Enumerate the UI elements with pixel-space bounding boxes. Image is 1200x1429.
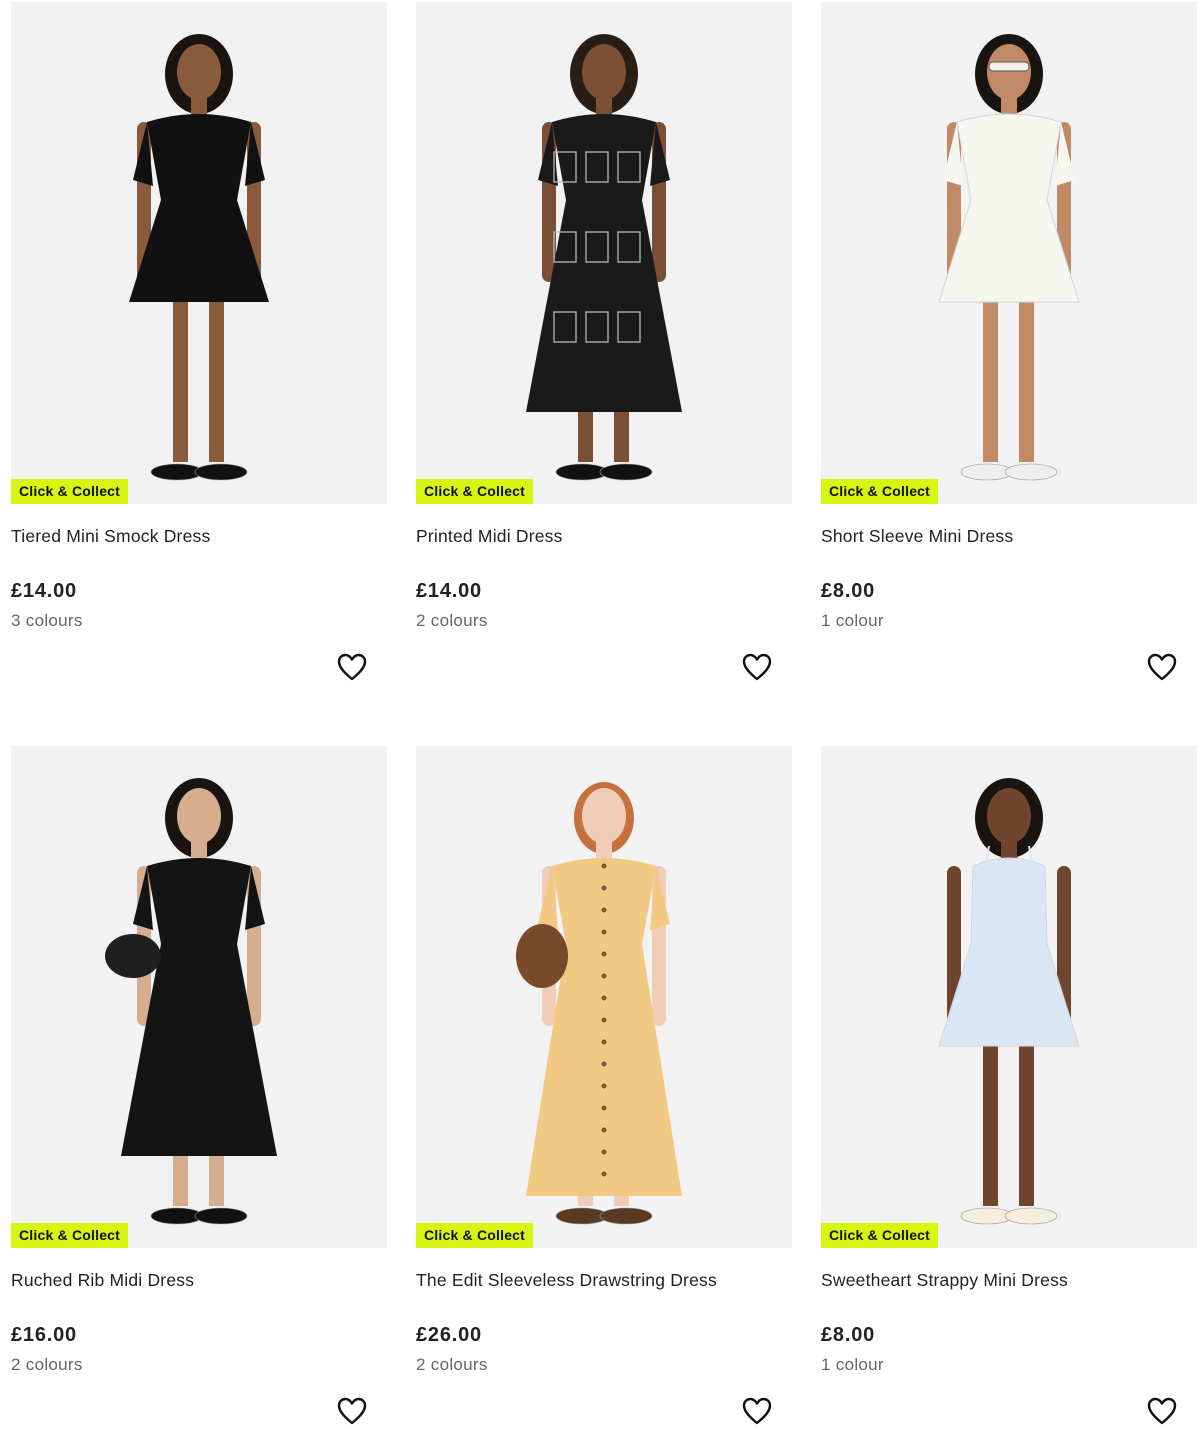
- colour-count: 2 colours: [416, 1355, 488, 1374]
- product-price: £16.00: [11, 1324, 77, 1346]
- product-title[interactable]: Sweetheart Strappy Mini Dress: [821, 1270, 1068, 1291]
- colour-count: 2 colours: [11, 1355, 83, 1374]
- product-title[interactable]: Tiered Mini Smock Dress: [11, 526, 210, 547]
- heart-outline-icon[interactable]: [337, 653, 367, 681]
- click-collect-badge: Click & Collect: [821, 479, 939, 504]
- product-title[interactable]: Ruched Rib Midi Dress: [11, 1270, 194, 1291]
- product-title[interactable]: Short Sleeve Mini Dress: [821, 526, 1013, 547]
- product-price: £14.00: [11, 580, 77, 602]
- product-image[interactable]: Click & Collect: [821, 746, 1197, 1248]
- product-card[interactable]: Click & Collect Printed Midi Dress £14.0…: [416, 2, 792, 702]
- product-image[interactable]: Click & Collect: [416, 2, 792, 504]
- click-collect-badge: Click & Collect: [11, 1223, 129, 1248]
- heart-outline-icon[interactable]: [1147, 653, 1177, 681]
- colour-count: 3 colours: [11, 611, 83, 630]
- colour-count: 1 colour: [821, 1355, 884, 1374]
- heart-outline-icon[interactable]: [337, 1397, 367, 1425]
- product-price: £8.00: [821, 580, 876, 602]
- model-photo: [129, 34, 269, 481]
- click-collect-badge: Click & Collect: [416, 1223, 534, 1248]
- product-title[interactable]: Printed Midi Dress: [416, 526, 563, 547]
- heart-outline-icon[interactable]: [742, 1397, 772, 1425]
- product-price: £26.00: [416, 1324, 482, 1346]
- model-photo: [105, 778, 277, 1225]
- product-price: £8.00: [821, 1324, 876, 1346]
- product-card[interactable]: Click & Collect The Edit Sleeveless Draw…: [416, 746, 792, 1429]
- heart-outline-icon[interactable]: [1147, 1397, 1177, 1425]
- product-card[interactable]: Click & Collect Short Sleeve Mini Dress …: [821, 2, 1197, 702]
- colour-count: 1 colour: [821, 611, 884, 630]
- product-image[interactable]: Click & Collect: [11, 746, 387, 1248]
- click-collect-badge: Click & Collect: [416, 479, 534, 504]
- click-collect-badge: Click & Collect: [821, 1223, 939, 1248]
- product-title[interactable]: The Edit Sleeveless Drawstring Dress: [416, 1270, 717, 1291]
- model-photo: [526, 34, 682, 481]
- product-grid: Click & Collect Tiered Mini Smock Dress …: [0, 0, 1200, 1429]
- product-price: £14.00: [416, 580, 482, 602]
- product-image[interactable]: Click & Collect: [11, 2, 387, 504]
- model-photo: [516, 782, 682, 1225]
- model-photo: [938, 778, 1080, 1225]
- product-card[interactable]: Click & Collect Sweetheart Strappy Mini …: [821, 746, 1197, 1429]
- product-image[interactable]: Click & Collect: [416, 746, 792, 1248]
- model-photo: [938, 34, 1080, 481]
- product-card[interactable]: Click & Collect Ruched Rib Midi Dress £1…: [11, 746, 387, 1429]
- colour-count: 2 colours: [416, 611, 488, 630]
- product-image[interactable]: Click & Collect: [821, 2, 1197, 504]
- product-card[interactable]: Click & Collect Tiered Mini Smock Dress …: [11, 2, 387, 702]
- click-collect-badge: Click & Collect: [11, 479, 129, 504]
- heart-outline-icon[interactable]: [742, 653, 772, 681]
